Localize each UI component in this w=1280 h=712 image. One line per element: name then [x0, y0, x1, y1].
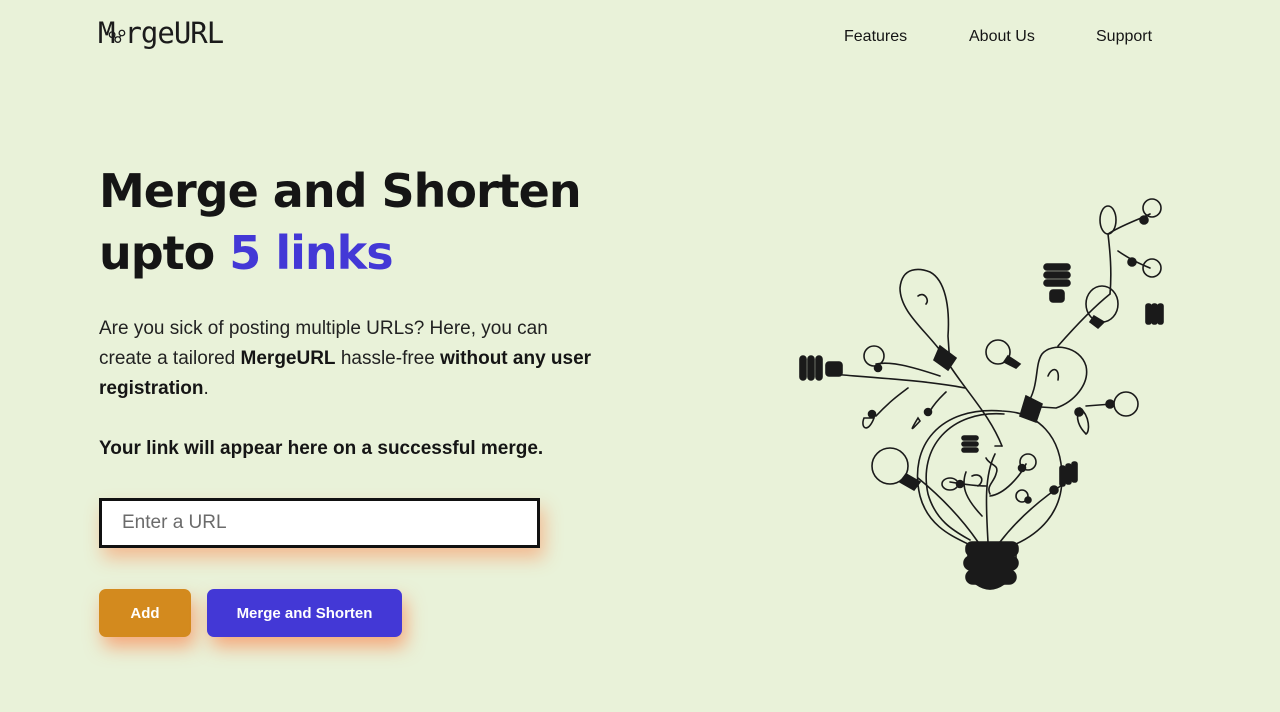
add-url-button[interactable]: Add — [99, 589, 191, 637]
merge-and-shorten-button[interactable]: Merge and Shorten — [207, 589, 402, 637]
url-input[interactable] — [99, 498, 540, 548]
desc-brand: MergeURL — [240, 348, 336, 369]
lightbulb-tree-icon — [799, 198, 1164, 590]
hero-heading: Merge and Shorten upto 5 links — [99, 160, 659, 284]
hero-line-2-prefix: upto — [99, 226, 230, 280]
merge-status-message: Your link will appear here on a successf… — [99, 438, 544, 459]
nav-support[interactable]: Support — [1096, 28, 1152, 46]
desc-part-3: . — [203, 378, 209, 399]
nav-about-us[interactable]: About Us — [969, 28, 1035, 46]
hero-description: Are you sick of posting multiple URLs? H… — [99, 314, 599, 404]
nav-features[interactable]: Features — [844, 28, 907, 46]
hero-line-1: Merge and Shorten — [99, 164, 582, 218]
top-nav: Features About Us Support — [0, 28, 1280, 50]
desc-part-2: hassle-free — [335, 348, 441, 369]
hero-link-count: 5 links — [229, 226, 393, 280]
